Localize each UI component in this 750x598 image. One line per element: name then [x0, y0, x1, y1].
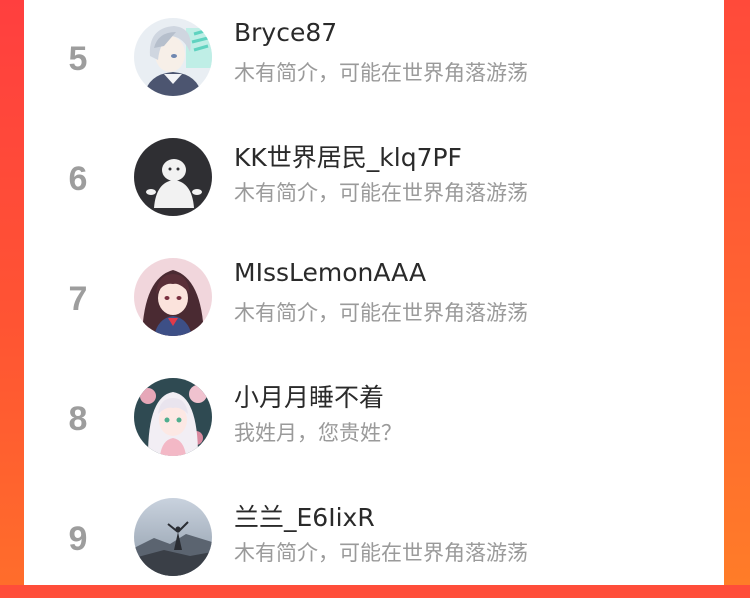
- ranking-row[interactable]: 8 小月月睡不着 我姓月，您贵姓？: [24, 368, 724, 478]
- anime-girl-avatar-icon[interactable]: [134, 258, 212, 336]
- user-name[interactable]: Bryce87: [234, 18, 337, 47]
- user-bio: 木有简介，可能在世界角落游荡: [234, 541, 528, 565]
- user-name[interactable]: KK世界居民_klq7PF: [234, 138, 462, 174]
- user-bio: 我姓月，您贵姓？: [234, 421, 402, 445]
- rank-number: 6: [68, 160, 88, 198]
- user-bio: 木有简介，可能在世界角落游荡: [234, 181, 528, 205]
- ranking-row[interactable]: 9 兰兰_E6IixR 木有简介，可能在世界角落游荡: [24, 488, 724, 598]
- rank-number: 7: [68, 280, 88, 318]
- user-name[interactable]: 小月月睡不着: [234, 378, 384, 414]
- anime-girl-flowers-avatar-icon[interactable]: [134, 378, 212, 456]
- ranking-row[interactable]: 7 MIssLemonAAA 木有简介，可能在世界角落游荡: [24, 248, 724, 358]
- background-right-edge: [724, 0, 750, 585]
- ranking-row[interactable]: 5 Bryce87 木有简介，可能在世界角落游荡: [24, 8, 724, 118]
- background-left-edge: [0, 0, 24, 585]
- user-bio: 木有简介，可能在世界角落游荡: [234, 61, 528, 85]
- ranking-row[interactable]: 6 KK世界居民_klq7PF 木有简介，可能在世界角落游荡: [24, 128, 724, 238]
- user-bio: 木有简介，可能在世界角落游荡: [234, 301, 528, 325]
- rank-number: 5: [68, 40, 88, 78]
- default-user-avatar-icon[interactable]: [134, 138, 212, 216]
- user-name[interactable]: 兰兰_E6IixR: [234, 498, 375, 534]
- rank-number: 8: [68, 400, 88, 438]
- landscape-avatar-icon[interactable]: [134, 498, 212, 576]
- ranking-list: 5 Bryce87 木有简介，可能在世界角落游荡 6 KK世界居民_klq7PF…: [24, 0, 724, 585]
- user-name[interactable]: MIssLemonAAA: [234, 258, 426, 287]
- rank-number: 9: [68, 520, 88, 558]
- anime-boy-avatar-icon[interactable]: [134, 18, 212, 96]
